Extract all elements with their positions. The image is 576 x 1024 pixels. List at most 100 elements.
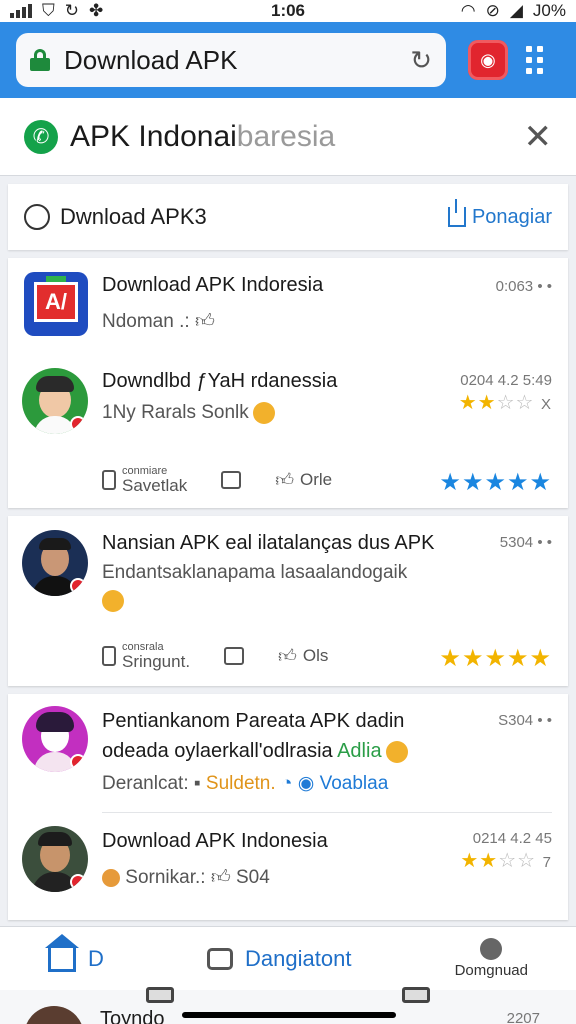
avatar (22, 368, 88, 434)
avatar (22, 826, 88, 892)
avatar (22, 530, 88, 596)
item-subtitle: Ndoman .: 👍︎ (102, 311, 215, 332)
gesture-bar[interactable] (182, 1012, 396, 1018)
share-button[interactable]: Ponagiar (447, 199, 552, 229)
signal-icon (10, 4, 32, 18)
site-title-ghost: baresia (236, 119, 336, 153)
item-title: Nansian APK eal ilatalanças dus APK (102, 532, 435, 554)
url-text[interactable]: Download APK (64, 45, 410, 76)
reload-icon[interactable]: ↻ (410, 45, 432, 76)
site-title: APK Indonaibaresia (70, 120, 524, 154)
nav-chat[interactable]: Dangiatont (207, 946, 351, 972)
nav-home[interactable]: D (45, 933, 104, 972)
item-meta: 0214 4.2 45 (472, 830, 552, 847)
browser-toolbar: Download APK ↻ ◉ (0, 22, 576, 98)
nav-profile-label: Domgnuad (454, 962, 528, 979)
share-label: Ponagiar (471, 205, 552, 228)
shield-icon: ⛉ (42, 1, 55, 20)
status-bar: ⛉ ↻ ✤ 1:06 ◠ ⊘ ◢ J0% (0, 0, 576, 22)
pinwheel-icon: ✤ (89, 1, 104, 20)
status-time: 1:06 (270, 1, 306, 20)
close-icon[interactable]: ✕ (524, 117, 553, 157)
share-icon (447, 199, 466, 227)
item-title: Download APK Indoresia (102, 274, 324, 296)
heart-icon[interactable] (24, 204, 50, 230)
bottom-nav: D Dangiatont Domgnuad (0, 926, 576, 990)
wifi-icon: ◠ (460, 1, 476, 20)
review-card: A/ Download APK Indoresia Ndoman .: 👍︎ 0… (8, 258, 568, 508)
divider (102, 812, 552, 813)
item-title: Downdlbd ƒYaH rdanessia (102, 370, 338, 392)
back-key-icon[interactable] (402, 987, 430, 1003)
item-subtitle: 1Ny Rarals Sonlk (102, 402, 275, 424)
app-tab-icon: ◉ (480, 49, 496, 70)
save-action[interactable]: consrala Sringunt. (102, 642, 190, 670)
thumb-icon: 👍︎ (194, 311, 215, 332)
bookmark-icon (102, 646, 116, 666)
stars-label: X (540, 396, 552, 413)
emoji-icon (385, 740, 408, 763)
muted-icon: ⊘ (485, 1, 500, 20)
save-action[interactable]: conmiare Savetlak (102, 466, 187, 494)
menu-dots-icon[interactable] (526, 46, 543, 74)
item-emoji (102, 590, 124, 612)
more-dots-icon[interactable]: • • (537, 712, 552, 729)
status-right: ◠ ⊘ ◢ J0% (461, 1, 566, 21)
emoji-icon (102, 590, 124, 612)
home-icon (45, 933, 79, 972)
url-bar[interactable]: Download APK ↻ (16, 33, 446, 87)
site-title-main: APK Indonai (70, 119, 237, 153)
item-title: Toyndo (100, 1008, 165, 1024)
bookmark-icon (102, 470, 116, 490)
more-dots-icon[interactable]: • • (537, 534, 552, 551)
avatar (22, 706, 88, 772)
avatar (24, 1006, 84, 1024)
item-meta: 2207 (506, 1010, 540, 1024)
more-dots-icon[interactable]: • • (537, 278, 552, 295)
comment-action[interactable] (224, 647, 245, 665)
item-meta: 0:063 • • (495, 278, 552, 295)
comment-action[interactable] (221, 471, 242, 489)
card-actions: conmiare Savetlak 👍︎ Orle (102, 466, 332, 494)
item-subtitle: Endantsaklanapama lasaalandogaik (102, 562, 408, 583)
item-title: Download APK Indonesia (102, 830, 328, 852)
phone-icon: ✆ (24, 119, 58, 154)
star-rating: ★★☆☆ X (458, 392, 552, 414)
item-meta: 0204 4.2 5:49 (460, 372, 552, 389)
item-meta: S304 • • (498, 712, 552, 729)
search-row[interactable]: Dwnload APK3 Ponagiar (8, 184, 568, 250)
search-label: Dwnload APK3 (60, 204, 207, 229)
thumb-up-icon: 👍︎ (278, 646, 297, 666)
tabs-button[interactable]: ◉ (468, 40, 508, 80)
clock-icon: ◔ (280, 773, 293, 794)
app-icon: A/ (24, 272, 88, 336)
star-rating: ★★☆☆ 7 (460, 850, 552, 872)
battery-level: J0% (532, 1, 566, 20)
nav-home-label: D (88, 945, 104, 971)
comment-icon (221, 471, 242, 489)
item-subtitle: Sornikar.: 👍︎ S04 (102, 866, 270, 889)
emoji-icon (252, 402, 275, 424)
item-meta: 5304 • • (499, 534, 552, 551)
like-action[interactable]: 👍︎ Orle (275, 469, 332, 491)
review-card: Pentiankanom Pareata APK dadin odeada oy… (8, 694, 568, 920)
like-action[interactable]: 👍︎ Ols (278, 645, 328, 667)
thumb-icon: 👍︎ (210, 867, 231, 888)
recents-key-icon[interactable] (146, 987, 174, 1003)
nav-chat-label: Dangiatont (245, 945, 352, 971)
item-title-line2: odeada oylaerkall'odlrasia Adlia (102, 740, 408, 763)
card-rating: ★★★★★ (439, 645, 552, 672)
review-card: Nansian APK eal ilatalanças dus APK Enda… (8, 516, 568, 686)
status-left: ⛉ ↻ ✤ (10, 1, 103, 21)
cell-icon: ◢ (509, 1, 523, 20)
emoji-icon (102, 868, 120, 887)
thumb-up-icon: 👍︎ (275, 470, 295, 490)
sync-icon: ↻ (64, 1, 79, 20)
card-rating: ★★★★★ (439, 469, 552, 496)
item-subtitle: Deranlcat: ▪ Suldetn. ◔ ◉ Voablaa (102, 773, 389, 794)
nav-profile[interactable]: Domgnuad (455, 938, 528, 979)
lock-small-icon: ▪ (193, 773, 201, 794)
next-list-item[interactable]: Toyndo 2207 (0, 990, 576, 1024)
lock-icon (30, 49, 50, 71)
item-title: Pentiankanom Pareata APK dadin (102, 710, 405, 732)
